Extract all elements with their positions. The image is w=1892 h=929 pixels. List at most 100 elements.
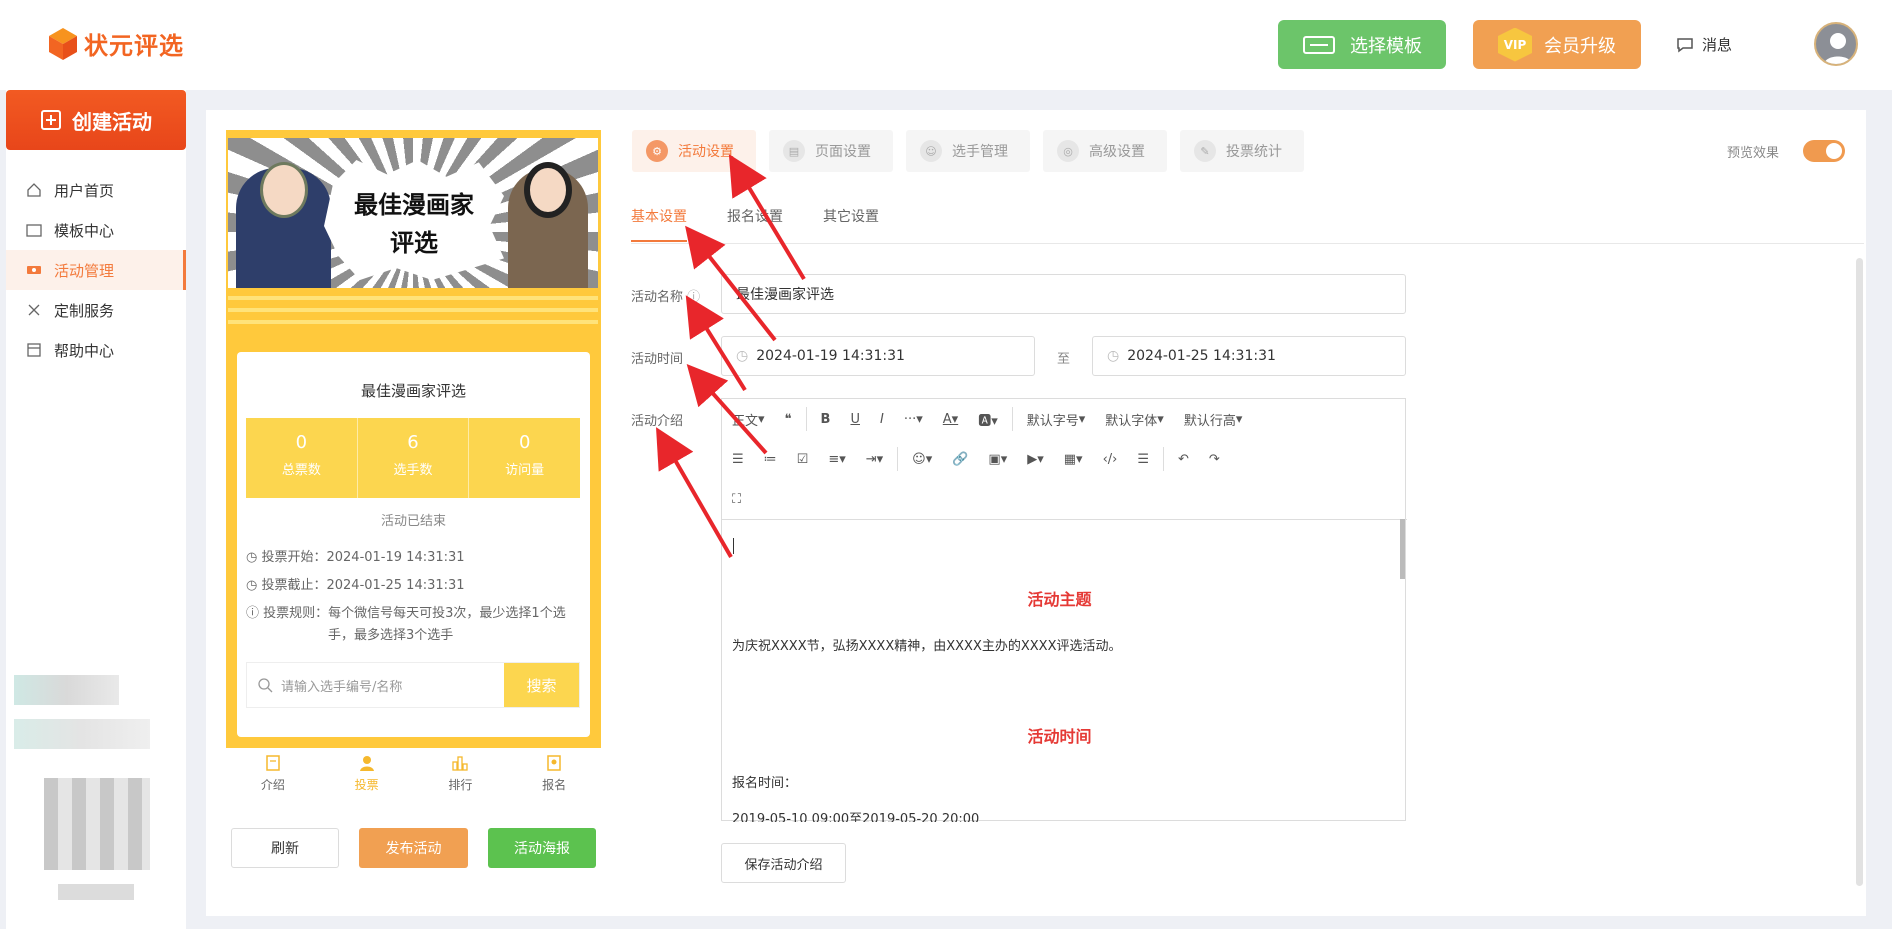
font-size-dropdown[interactable]: 默认字号 ▾ [1017,399,1096,439]
tab-signup[interactable]: 报名 [507,748,601,798]
publish-activity-button[interactable]: 发布活动 [359,828,468,868]
activity-time-label: 活动时间 [631,352,684,367]
settings-icon: ⚙ [646,140,668,162]
stat-label: 选手数 [393,463,433,478]
sidebar-item-label: 活动管理 [54,261,115,280]
create-activity-label: 创建活动 [72,109,152,134]
tab-vote[interactable]: 投票 [320,748,414,798]
sidebar-item-custom-service[interactable]: 定制服务 [6,290,186,330]
divider-icon[interactable]: ☰ [1127,439,1159,479]
sidebar-item-help[interactable]: 帮助中心 [6,330,186,370]
tab-label: 投票统计 [1226,144,1282,160]
more-icon[interactable]: ···▾ [894,399,933,439]
font-color-icon[interactable]: A▾ [933,399,968,439]
tab-intro[interactable]: 介绍 [226,748,320,798]
sidebar-item-home[interactable]: 用户首页 [6,170,186,210]
font-family-dropdown[interactable]: 默认字体 ▾ [1095,399,1174,439]
start-time-field[interactable]: ◷ 2024-01-19 14:31:31 [721,336,1035,376]
content-paragraph: 报名时间： [732,776,798,791]
logo[interactable]: 状元评选 [48,26,184,61]
sidebar-item-label: 模板中心 [54,221,115,240]
tab-label: 排行 [448,777,473,792]
tab-page-settings[interactable]: ▤ 页面设置 [769,130,893,172]
paragraph-style-dropdown[interactable]: 正文 ▾ [722,399,775,439]
card-title: 最佳漫画家评选 [360,382,466,400]
quote-icon[interactable]: ❝ [775,399,802,439]
indent-icon[interactable]: ⇥▾ [856,439,893,479]
activity-intro-label: 活动介绍 [631,414,684,429]
blurred-qr-code [44,778,150,870]
create-activity-button[interactable]: 创建活动 [6,90,186,150]
content-heading-theme: 活动主题 [1027,590,1092,609]
tab-ranking[interactable]: 排行 [414,748,508,798]
activity-name-field[interactable]: 最佳漫画家评选 [721,274,1406,314]
sidebar-nav: 用户首页 模板中心 活动管理 定制服务 帮助中心 [6,170,186,370]
tab-contestant-management[interactable]: ☺ 选手管理 [906,130,1030,172]
todo-icon[interactable]: ☑ [787,439,819,479]
align-icon[interactable]: ≡▾ [818,439,855,479]
save-intro-button[interactable]: 保存活动介绍 [721,843,846,883]
emoji-icon[interactable]: ☺▾ [902,439,942,479]
vip-upgrade-button[interactable]: VIP 会员升级 [1473,20,1641,69]
add-icon [41,110,61,130]
activity-poster-button[interactable]: 活动海报 [488,828,596,868]
numbered-list-icon[interactable]: ≔ [754,439,787,479]
stat-label: 访问量 [505,463,545,478]
activity-card: 最佳漫画家评选 0 总票数 6 选手数 0 访问量 活动已结束 ◷ 投票开始：2… [237,352,590,737]
italic-icon[interactable]: I [870,399,894,439]
tab-advanced-settings[interactable]: ◎ 高级设置 [1043,130,1167,172]
content-paragraph: 为庆祝XXXX节，弘扬XXXX精神，由XXXX主办的XXXX评选活动。 [732,639,1122,654]
editor-toolbar-row-1: 正文 ▾ ❝ B U I ···▾ A▾ 🅰▾ 默认字号 ▾ 默认字体 ▾ 默认行高 ▾ [722,399,1407,439]
end-time-value: 2024-01-25 14:31:31 [1127,348,1276,364]
stat-label: 总票数 [281,463,321,478]
page-scrollbar[interactable] [1856,258,1863,886]
background-color-icon[interactable]: 🅰▾ [968,399,1008,439]
editor-content[interactable]: 活动主题 为庆祝XXXX节，弘扬XXXX精神，由XXXX主办的XXXX评选活动。… [722,519,1407,822]
subtab-signup-settings[interactable]: 报名设置 [727,206,783,226]
table-icon[interactable]: ▦▾ [1054,439,1093,479]
banner-title: 最佳漫画家 评选 [324,186,504,262]
preview-effect-toggle[interactable] [1803,140,1845,162]
refresh-button[interactable]: 刷新 [231,828,339,868]
link-icon[interactable]: 🔗 [942,439,978,479]
users-icon: ☺ [920,140,942,162]
content-paragraph: 2019-05-10 09:00至2019-05-20 20:00 [732,812,980,822]
vote-end-info: ◷ 投票截止：2024-01-25 14:31:31 [246,575,465,597]
code-icon[interactable]: ‹/› [1093,439,1128,479]
sidebar-item-templates[interactable]: 模板中心 [6,210,186,250]
sidebar-item-activity-management[interactable]: 活动管理 [6,250,186,290]
home-icon [27,183,41,197]
messages-button[interactable]: 消息 [1676,34,1732,55]
stats-icon: ✎ [1194,140,1216,162]
preview-tab-bar: 介绍 投票 排行 报名 [226,748,601,798]
bold-icon[interactable]: B [811,399,841,439]
stat-value: 0 [295,432,308,453]
bullet-list-icon[interactable]: ☰ [722,439,754,479]
end-time-field[interactable]: ◷ 2024-01-25 14:31:31 [1092,336,1406,376]
subtab-basic-settings[interactable]: 基本设置 [631,206,687,242]
tab-label: 活动设置 [678,144,734,160]
user-avatar[interactable] [1814,22,1858,66]
tab-vote-statistics[interactable]: ✎ 投票统计 [1180,130,1304,172]
sidebar-item-label: 用户首页 [54,181,115,200]
search-button[interactable]: 搜索 [504,663,579,707]
subtab-other-settings[interactable]: 其它设置 [823,206,879,226]
search-input[interactable]: 请输入选手编号/名称 [247,663,504,707]
choose-template-button[interactable]: 选择模板 [1278,20,1446,69]
line-height-dropdown[interactable]: 默认行高 ▾ [1174,399,1253,439]
underline-icon[interactable]: U [840,399,870,439]
fullscreen-icon[interactable]: ⛶ [722,479,751,519]
image-icon[interactable]: ▣▾ [978,439,1017,479]
signup-icon [547,754,561,771]
stats-panel: 0 总票数 6 选手数 0 访问量 [246,418,580,498]
vote-rule-text-1: 投票规则：每个微信号每天可投3次，最少选择1个选 [263,606,566,621]
start-time-value: 2024-01-19 14:31:31 [756,348,905,364]
blurred-block [14,719,150,749]
tab-label: 页面设置 [815,144,871,160]
tab-activity-settings[interactable]: ⚙ 活动设置 [632,130,756,172]
help-icon[interactable]: ⓘ [687,290,700,305]
editor-scrollbar[interactable] [1400,519,1405,579]
video-icon[interactable]: ▶▾ [1017,439,1054,479]
redo-icon[interactable]: ↷ [1199,439,1230,479]
undo-icon[interactable]: ↶ [1168,439,1199,479]
